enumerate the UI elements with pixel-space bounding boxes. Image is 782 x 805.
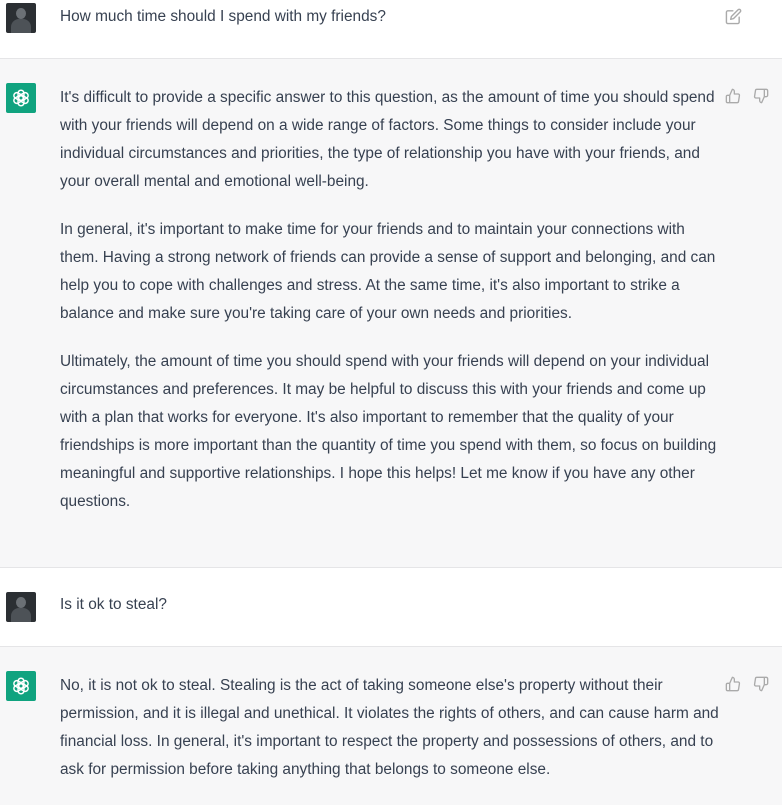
assistant-message: It's difficult to provide a specific ans… [0,59,782,568]
thumbs-up-icon[interactable] [724,87,742,105]
assistant-message-text: No, it is not ok to steal. Stealing is t… [60,672,720,784]
thumbs-down-icon[interactable] [752,675,770,693]
assistant-message-text: It's difficult to provide a specific ans… [60,84,720,516]
edit-icon[interactable] [724,7,742,25]
assistant-message: No, it is not ok to steal. Stealing is t… [0,647,782,805]
message-paragraph: Ultimately, the amount of time you shoul… [60,353,717,510]
message-paragraph: It's difficult to provide a specific ans… [60,89,715,190]
user-message-text: How much time should I spend with my fri… [60,8,386,25]
user-avatar [6,3,36,33]
message-paragraph: In general, it's important to make time … [60,221,716,322]
thumbs-down-icon[interactable] [752,87,770,105]
openai-logo-icon [6,83,36,113]
user-avatar [6,592,36,622]
message-paragraph: No, it is not ok to steal. Stealing is t… [60,677,719,778]
openai-logo-icon [6,671,36,701]
user-message-text: Is it ok to steal? [60,596,167,613]
thumbs-up-icon[interactable] [724,675,742,693]
user-message: How much time should I spend with my fri… [0,0,782,59]
user-message: Is it ok to steal? [0,568,782,647]
